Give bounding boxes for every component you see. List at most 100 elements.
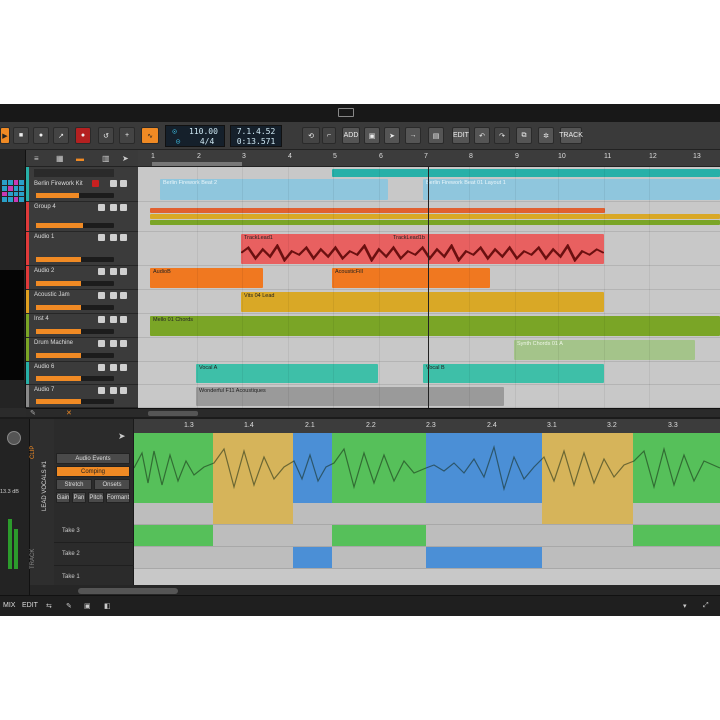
- cursor-icon[interactable]: ➤: [122, 154, 129, 163]
- pencil-icon[interactable]: ✎: [66, 602, 72, 610]
- close-icon[interactable]: ✕: [66, 409, 72, 417]
- mute-icon[interactable]: [110, 234, 117, 241]
- horizontal-scrollbar[interactable]: [148, 411, 198, 416]
- edit-tab[interactable]: EDIT: [22, 602, 38, 609]
- volume-fader[interactable]: [36, 329, 114, 334]
- mute-icon[interactable]: [110, 387, 117, 394]
- stretch-button[interactable]: Stretch: [56, 479, 92, 490]
- take-selection[interactable]: [542, 503, 633, 524]
- edit-button[interactable]: EDIT: [452, 127, 470, 144]
- mute-icon[interactable]: [110, 204, 117, 211]
- track-lane[interactable]: Berlin Firework Beat 2 Berlin Firework B…: [138, 167, 720, 202]
- track-button[interactable]: TRACK: [559, 127, 583, 144]
- formant-button[interactable]: Formant: [106, 492, 130, 503]
- add-clip-button[interactable]: +: [119, 127, 135, 144]
- track-header[interactable]: Audio 6: [26, 362, 138, 385]
- track-lane[interactable]: Vocal A Vocal B: [138, 362, 720, 385]
- add-button[interactable]: ADD: [342, 127, 360, 144]
- clip[interactable]: Berlin Firework Beat 2: [160, 179, 388, 200]
- clip-tab[interactable]: CLIP: [30, 419, 40, 519]
- clip[interactable]: Mello 01 Chords: [150, 316, 720, 336]
- track-tab[interactable]: TRACK: [30, 519, 40, 579]
- panel-icon[interactable]: ▤: [428, 127, 444, 144]
- overdub-button[interactable]: ↺: [98, 127, 114, 144]
- arm-icon[interactable]: [120, 234, 127, 241]
- solo-icon[interactable]: [98, 234, 105, 241]
- clip[interactable]: Vits 04 Lead: [241, 292, 604, 312]
- expand-icon[interactable]: ⤢: [703, 602, 709, 610]
- view-icon[interactable]: ≡: [34, 154, 39, 163]
- bin-icon[interactable]: ▾: [683, 602, 687, 610]
- solo-icon[interactable]: [98, 340, 105, 347]
- solo-icon[interactable]: [98, 364, 105, 371]
- layout-icon[interactable]: ▬: [76, 154, 84, 163]
- track-lane[interactable]: AudioB AcousticFill: [138, 266, 720, 290]
- copy-icon[interactable]: ⧉: [516, 127, 532, 144]
- take-lane[interactable]: [134, 503, 720, 525]
- arm-icon[interactable]: [120, 340, 127, 347]
- arm-icon[interactable]: [120, 364, 127, 371]
- track-header[interactable]: Drum Machine: [26, 338, 138, 362]
- volume-fader[interactable]: [36, 376, 114, 381]
- comping-button[interactable]: Comping: [56, 466, 130, 477]
- pitch-button[interactable]: Pitch: [88, 492, 104, 503]
- arm-icon[interactable]: [120, 268, 127, 275]
- clip[interactable]: Vocal B: [423, 364, 604, 383]
- automation-write-button[interactable]: ↗: [53, 127, 69, 144]
- arm-icon[interactable]: [120, 204, 127, 211]
- volume-fader[interactable]: [36, 353, 114, 358]
- solo-icon[interactable]: [110, 180, 117, 187]
- arm-icon[interactable]: [120, 316, 127, 323]
- mute-icon[interactable]: [110, 292, 117, 299]
- redo-icon[interactable]: ↷: [494, 127, 510, 144]
- metronome-button[interactable]: ∿: [141, 127, 159, 144]
- pan-button[interactable]: Pan: [72, 492, 86, 503]
- track-lane[interactable]: TrackLead1 TrackLead1b: [138, 232, 720, 266]
- mute-icon[interactable]: [110, 364, 117, 371]
- clip[interactable]: AudioB: [150, 268, 263, 288]
- take-selection[interactable]: [134, 525, 213, 546]
- track-header[interactable]: Acoustic Jam: [26, 290, 138, 314]
- panel-icon[interactable]: ▣: [84, 602, 91, 610]
- solo-icon[interactable]: [98, 268, 105, 275]
- settings-icon[interactable]: ✲: [538, 127, 554, 144]
- comping-editor[interactable]: 1.3 1.4 2.1 2.2 2.3 2.4 3.1 3.2 3.3: [134, 419, 720, 597]
- zoom-icon[interactable]: ✎: [30, 409, 36, 417]
- onsets-button[interactable]: Onsets: [94, 479, 130, 490]
- gain-button[interactable]: Gain: [56, 492, 70, 503]
- volume-fader[interactable]: [36, 281, 114, 286]
- arm-icon[interactable]: [120, 387, 127, 394]
- pointer-icon[interactable]: ➤: [118, 431, 126, 442]
- volume-fader[interactable]: [36, 257, 114, 262]
- take-lane[interactable]: [134, 525, 720, 547]
- take-selection[interactable]: [293, 547, 332, 568]
- track-header[interactable]: Group 4: [26, 202, 138, 232]
- playhead[interactable]: [428, 167, 429, 408]
- volume-fader[interactable]: [36, 399, 114, 404]
- arrange-icon[interactable]: ⇆: [46, 602, 52, 610]
- clip[interactable]: [150, 214, 720, 219]
- take-selection[interactable]: [426, 547, 542, 568]
- record-button[interactable]: ●: [33, 127, 49, 144]
- grid-icon[interactable]: ▥: [102, 154, 110, 163]
- solo-icon[interactable]: [98, 292, 105, 299]
- clip[interactable]: [332, 169, 720, 177]
- arm-button[interactable]: ●: [75, 127, 91, 144]
- knob-icon[interactable]: [7, 431, 21, 445]
- track-lane[interactable]: Mello 01 Chords: [138, 314, 720, 338]
- loop-toggle-button[interactable]: ⟲: [302, 127, 320, 144]
- pointer-tool-icon[interactable]: ➤: [384, 127, 400, 144]
- tempo-display[interactable]: ⊙ 110.00 ⊙ 4/4: [165, 125, 225, 147]
- undo-icon[interactable]: ↶: [474, 127, 490, 144]
- inspector-icon[interactable]: ◧: [104, 602, 111, 610]
- editor-ruler[interactable]: 1.3 1.4 2.1 2.2 2.3 2.4 3.1 3.2 3.3: [134, 419, 720, 433]
- punch-button[interactable]: ⌐: [322, 127, 336, 144]
- arranger-timeline[interactable]: 1 2 3 4 5 6 7 8 9 10 11 12 13 Berlin Fir…: [138, 150, 720, 408]
- track-lane[interactable]: Wonderful F11 Acoustiques: [138, 385, 720, 408]
- mute-icon[interactable]: [110, 316, 117, 323]
- arm-icon[interactable]: [120, 292, 127, 299]
- track-lane[interactable]: Synth Chords 01 A: [138, 338, 720, 362]
- mute-icon[interactable]: [120, 180, 127, 187]
- scroll-thumb[interactable]: [78, 588, 178, 594]
- stop-button[interactable]: ■: [13, 127, 29, 144]
